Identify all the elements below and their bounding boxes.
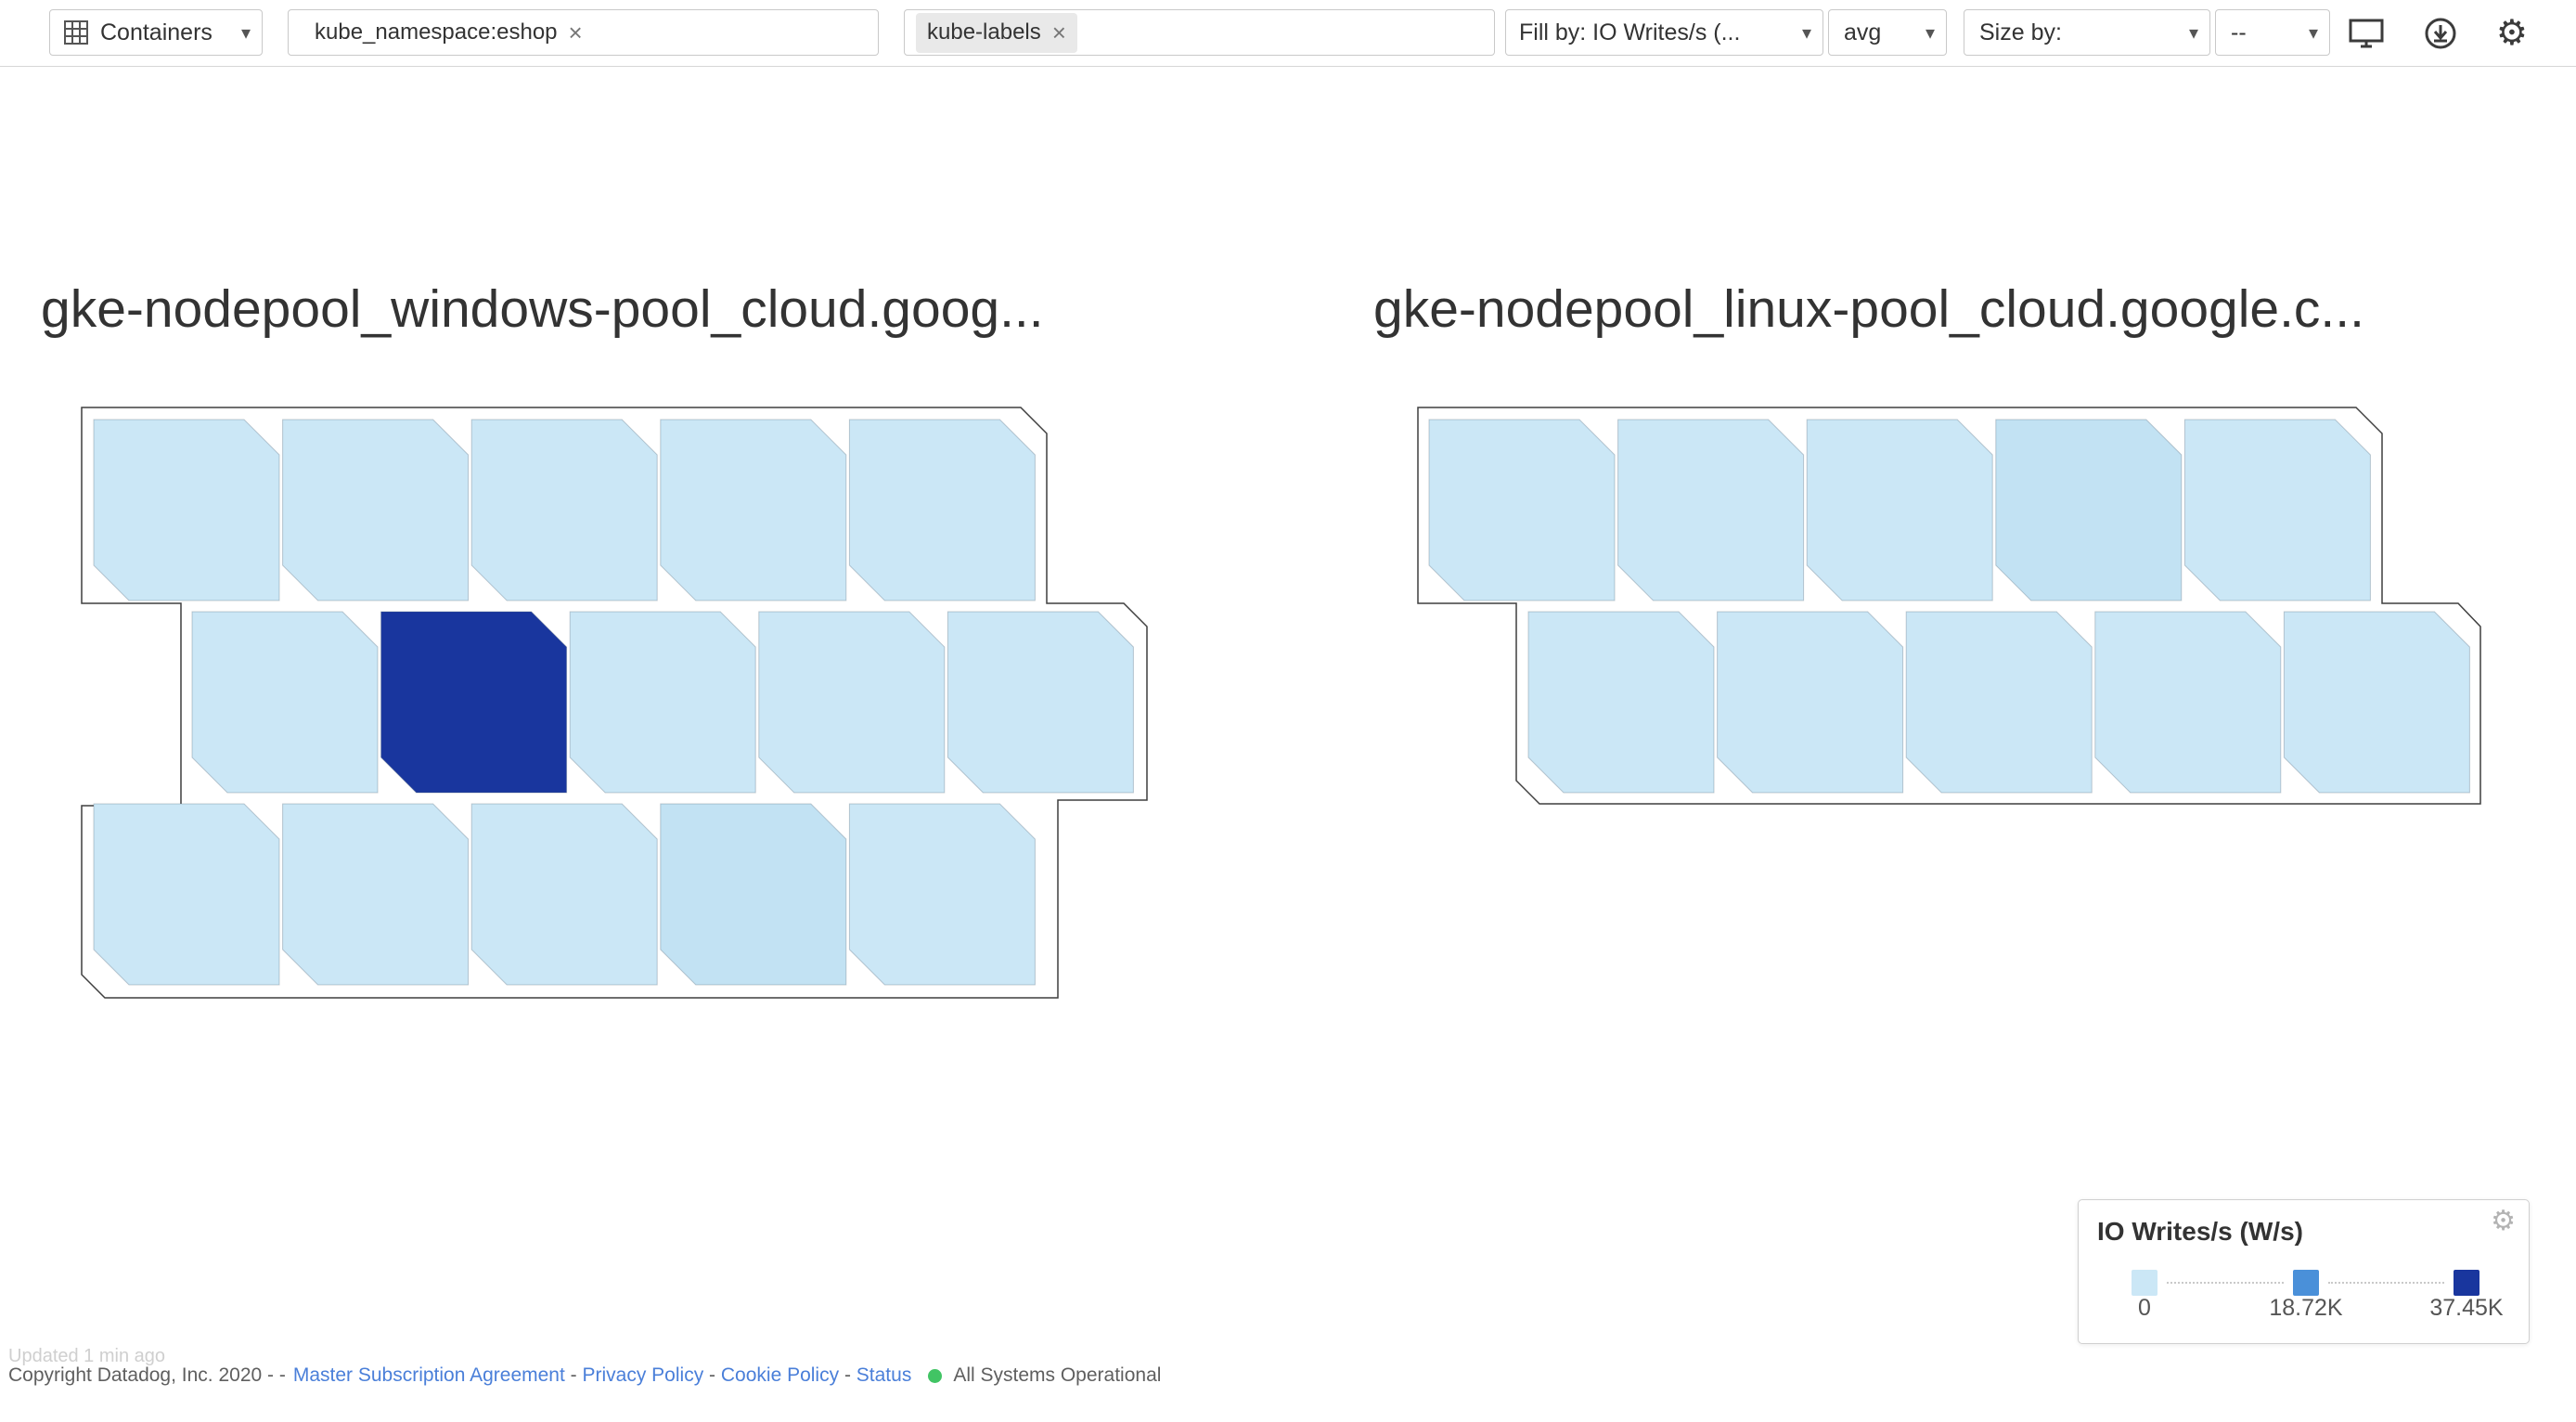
container-tile[interactable] [1996, 420, 2182, 601]
container-tile[interactable] [283, 420, 469, 601]
group-by-tag-label: kube-labels [927, 19, 1041, 45]
container-tile[interactable] [1906, 612, 2092, 793]
aggregation-label: avg [1844, 19, 1881, 46]
container-map [0, 0, 2576, 1114]
chevron-down-icon: ▾ [2309, 21, 2318, 45]
chevron-down-icon: ▾ [1802, 21, 1811, 45]
footer-link-separator: - [703, 1364, 721, 1386]
size-by-value: -- [2231, 19, 2247, 46]
footer: Copyright Datadog, Inc. 2020 - - Master … [8, 1364, 1161, 1387]
legend-panel: IO Writes/s (W/s) ⚙ 018.72K37.45K [2078, 1199, 2530, 1344]
container-tile[interactable] [94, 420, 279, 601]
container-tile[interactable] [849, 420, 1035, 601]
group-by-tag: kube-labels × [916, 13, 1077, 53]
legend-label: 37.45K [2429, 1295, 2503, 1322]
footer-link[interactable]: Status [857, 1364, 912, 1386]
legend-label: 0 [2138, 1295, 2151, 1322]
container-tile[interactable] [94, 804, 279, 985]
container-tile[interactable] [1528, 612, 1714, 793]
container-tile[interactable] [192, 612, 378, 793]
container-tile[interactable] [471, 420, 657, 601]
legend-label: 18.72K [2269, 1295, 2342, 1322]
fill-by-dropdown[interactable]: Fill by: IO Writes/s (... ▾ [1505, 9, 1823, 56]
container-tile[interactable] [661, 804, 846, 985]
download-icon[interactable] [2424, 17, 2457, 50]
container-tile[interactable] [2284, 612, 2469, 793]
chevron-down-icon: ▾ [241, 21, 251, 45]
footer-link[interactable]: Privacy Policy [583, 1364, 704, 1386]
footer-link-separator: - [565, 1364, 583, 1386]
filter-tag-remove-icon[interactable]: × [569, 19, 583, 47]
container-tile[interactable] [381, 612, 567, 793]
chevron-down-icon: ▾ [2189, 21, 2198, 45]
container-tile[interactable] [471, 804, 657, 985]
legend-swatch [2293, 1270, 2319, 1296]
legend-connector [2167, 1282, 2284, 1284]
legend-connector [2328, 1282, 2444, 1284]
container-tile[interactable] [283, 804, 469, 985]
container-tile[interactable] [1429, 420, 1615, 601]
chevron-down-icon: ▾ [1926, 21, 1935, 45]
aggregation-dropdown[interactable]: avg ▾ [1828, 9, 1947, 56]
footer-link-separator: - [839, 1364, 857, 1386]
filter-tag-label: kube_namespace:eshop [315, 19, 558, 45]
group-by-tag-remove-icon[interactable]: × [1052, 19, 1066, 47]
container-tile[interactable] [849, 804, 1035, 985]
container-tile[interactable] [947, 612, 1133, 793]
settings-gear-icon[interactable]: ⚙ [2496, 16, 2528, 51]
container-tile[interactable] [661, 420, 846, 601]
fill-by-label: Fill by: IO Writes/s (... [1519, 19, 1740, 46]
footer-link[interactable]: Master Subscription Agreement [293, 1364, 565, 1386]
size-by-dropdown[interactable]: Size by: ▾ [1964, 9, 2210, 56]
status-dot-icon [928, 1369, 942, 1383]
legend-swatch [2454, 1270, 2479, 1296]
copyright-text: Copyright Datadog, Inc. 2020 - - [8, 1364, 286, 1387]
filter-tag: kube_namespace:eshop × [303, 13, 594, 53]
container-tile[interactable] [1718, 612, 1903, 793]
container-tile[interactable] [1807, 420, 1992, 601]
container-tile[interactable] [2095, 612, 2281, 793]
container-tile[interactable] [759, 612, 945, 793]
container-tile[interactable] [1618, 420, 1804, 601]
filter-input[interactable]: kube_namespace:eshop × [288, 9, 879, 56]
footer-link[interactable]: Cookie Policy [721, 1364, 839, 1386]
footer-links: Master Subscription Agreement - Privacy … [293, 1364, 911, 1387]
fullscreen-monitor-icon[interactable] [2348, 17, 2385, 50]
size-by-label: Size by: [1979, 19, 2062, 46]
legend-swatch [2132, 1270, 2157, 1296]
container-tile[interactable] [2184, 420, 2370, 601]
containers-grid-icon [63, 19, 89, 45]
container-tile[interactable] [570, 612, 755, 793]
size-by-value-dropdown[interactable]: -- ▾ [2215, 9, 2330, 56]
containers-dropdown[interactable]: Containers ▾ [49, 9, 263, 56]
status-text: All Systems Operational [953, 1364, 1161, 1387]
top-toolbar: Containers ▾ kube_namespace:eshop × kube… [0, 0, 2576, 67]
legend-scale: 0 18.72K 37.45K [2079, 1200, 2531, 1345]
group-by-input[interactable]: kube-labels × [904, 9, 1495, 56]
containers-dropdown-label: Containers [100, 19, 213, 46]
